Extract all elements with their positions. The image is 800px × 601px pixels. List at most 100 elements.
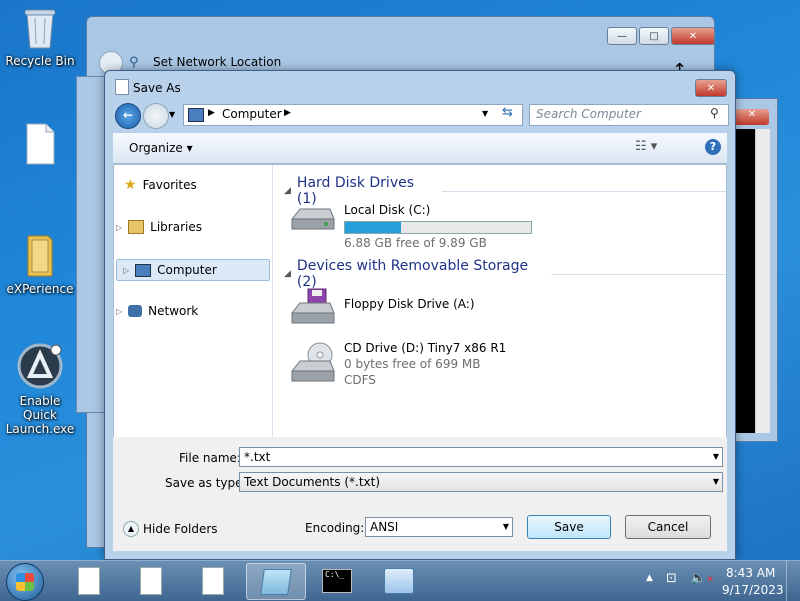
encoding-value: ANSI xyxy=(370,520,399,534)
taskbar-item-control-panel[interactable] xyxy=(370,563,428,598)
search-icon[interactable]: ⚲ xyxy=(710,106,719,120)
taskbar-item-document[interactable] xyxy=(122,563,180,598)
save-type-select[interactable]: Text Documents (*.txt) ▼ xyxy=(239,472,723,492)
star-icon: ★ xyxy=(124,177,137,193)
cancel-button[interactable]: Cancel xyxy=(625,515,711,539)
drive-free-space: 6.88 GB free of 9.89 GB xyxy=(344,236,487,250)
quick-launch-app-icon xyxy=(16,342,64,390)
drive-cd-d[interactable]: CD Drive (D:) Tiny7 x86 R1 0 bytes free … xyxy=(290,341,506,387)
dropdown-arrow-icon[interactable]: ▼ xyxy=(713,452,719,461)
nav-item-label: Computer xyxy=(157,263,217,277)
hard-drive-icon xyxy=(290,203,336,233)
nav-item-favorites[interactable]: ★ Favorites xyxy=(124,175,197,195)
dropdown-arrow-icon[interactable]: ▼ xyxy=(503,522,509,531)
drive-local-c[interactable]: Local Disk (C:) 6.88 GB free of 9.89 GB xyxy=(290,203,532,250)
breadcrumb-arrow-icon[interactable]: ▶ xyxy=(284,108,291,118)
breadcrumb-arrow-icon[interactable]: ▶ xyxy=(208,108,215,118)
history-dropdown-icon[interactable]: ▼ xyxy=(169,110,175,119)
refresh-icon[interactable]: ⇆ xyxy=(502,105,513,120)
document-icon xyxy=(24,122,56,166)
save-button[interactable]: Save xyxy=(527,515,611,539)
encoding-select[interactable]: ANSI ▼ xyxy=(365,517,513,537)
nav-item-libraries[interactable]: ▷ Libraries xyxy=(116,217,202,237)
hide-folders-label: Hide Folders xyxy=(143,522,218,536)
browser-pane: ★ Favorites ▷ Libraries ▷ Computer ▷ Net… xyxy=(113,164,727,438)
dropdown-arrow-icon[interactable]: ▼ xyxy=(713,477,719,486)
group-title: Devices with Removable Storage (2) xyxy=(296,258,529,290)
start-button[interactable] xyxy=(6,563,44,601)
desktop-icon-label: eXPerience xyxy=(6,282,74,296)
notepad-icon xyxy=(115,79,129,95)
drive-name: Floppy Disk Drive (A:) xyxy=(344,297,475,311)
breadcrumb-computer[interactable]: Computer xyxy=(222,107,282,121)
expand-arrow-icon[interactable]: ▷ xyxy=(116,223,122,232)
clock-date[interactable]: 9/17/2023 xyxy=(722,583,784,597)
computer-icon xyxy=(135,263,152,277)
maximize-button[interactable]: □ xyxy=(639,27,669,45)
arrow-left-icon: ← xyxy=(122,108,134,122)
close-button[interactable]: ✕ xyxy=(735,109,769,125)
close-button[interactable]: ✕ xyxy=(671,27,715,45)
minimize-button[interactable]: — xyxy=(607,27,637,45)
desktop-icon-experience[interactable]: eXPerience xyxy=(2,232,78,296)
drive-filesystem: CDFS xyxy=(344,373,376,387)
desktop-icon-label: Recycle Bin xyxy=(5,54,75,68)
search-input[interactable]: Search Computer ⚲ xyxy=(529,104,729,126)
address-dropdown-icon[interactable]: ▼ xyxy=(482,109,488,118)
volume-muted-icon[interactable]: 🔈✕ xyxy=(690,571,714,586)
desktop-icon-recycle-bin[interactable]: Recycle Bin xyxy=(2,6,78,68)
desktop-icon-quick-launch[interactable]: Enable Quick Launch.exe xyxy=(2,342,78,436)
drive-usage-fill xyxy=(345,222,401,233)
filename-value: *.txt xyxy=(244,450,271,464)
nav-item-network[interactable]: ▷ Network xyxy=(116,301,198,321)
desktop-icon-document[interactable] xyxy=(2,122,78,170)
group-header-removable[interactable]: ◢ Devices with Removable Storage (2) xyxy=(284,258,726,290)
address-bar[interactable]: ▶ Computer ▶ ▼ ⇆ xyxy=(183,104,523,126)
taskbar-item-command-prompt[interactable]: C:\_ xyxy=(308,563,366,598)
taskbar: C:\_ ▲ ⊡ 🔈✕ 8:43 AM 9/17/2023 xyxy=(0,560,800,601)
hide-folders-button[interactable]: ▲ Hide Folders xyxy=(123,521,218,537)
organize-label: Organize xyxy=(129,141,183,155)
recycle-bin-icon xyxy=(23,6,57,50)
taskbar-item-document[interactable] xyxy=(184,563,242,598)
expand-arrow-icon[interactable]: ▷ xyxy=(116,307,122,316)
expand-arrow-icon[interactable]: ▷ xyxy=(123,266,129,275)
desktop-icon-label: Enable Quick Launch.exe xyxy=(5,394,75,436)
back-button[interactable]: ← xyxy=(115,103,141,129)
file-list-pane: ◢ Hard Disk Drives (1) Local Disk (C:) 6… xyxy=(274,165,726,437)
drive-free-space: 0 bytes free of 699 MB xyxy=(344,357,481,371)
help-icon[interactable]: ? xyxy=(705,139,721,155)
save-form: File name: *.txt ▼ Save as type: Text Do… xyxy=(113,437,727,551)
filename-input[interactable]: *.txt ▼ xyxy=(239,447,723,467)
library-icon xyxy=(128,220,145,234)
collapse-arrow-icon[interactable]: ◢ xyxy=(284,186,291,196)
organize-menu[interactable]: Organize ▾ xyxy=(129,141,193,155)
drive-usage-bar xyxy=(344,221,532,234)
show-hidden-icons-icon[interactable]: ▲ xyxy=(646,573,653,583)
console-scrollbar[interactable] xyxy=(755,129,770,433)
show-desktop-button[interactable] xyxy=(786,561,800,601)
taskbar-item-notepad[interactable] xyxy=(246,563,306,600)
document-icon xyxy=(140,566,162,595)
drive-name: CD Drive (D:) Tiny7 x86 R1 xyxy=(344,341,507,355)
cd-drive-icon xyxy=(290,341,336,385)
network-status-icon[interactable]: ⊡ xyxy=(666,571,677,586)
folder-icon xyxy=(24,232,56,278)
search-placeholder: Search Computer xyxy=(536,107,641,121)
clock-time[interactable]: 8:43 AM xyxy=(726,566,775,580)
address-row: ← ▼ ▶ Computer ▶ ▼ ⇆ Search Computer ⚲ xyxy=(113,101,729,129)
save-type-value: Text Documents (*.txt) xyxy=(244,475,381,489)
dialog-close-button[interactable]: ✕ xyxy=(695,79,727,97)
document-icon xyxy=(202,566,224,595)
view-options-icon[interactable]: ☷ ▾ xyxy=(635,139,657,154)
nav-item-label: Favorites xyxy=(142,178,197,192)
forward-button[interactable] xyxy=(143,103,169,129)
control-panel-icon xyxy=(384,567,414,594)
drive-floppy-a[interactable]: Floppy Disk Drive (A:) xyxy=(290,287,475,327)
taskbar-item-document[interactable] xyxy=(60,563,118,598)
nav-item-computer[interactable]: ▷ Computer xyxy=(116,259,270,281)
collapse-arrow-icon[interactable]: ◢ xyxy=(284,269,291,279)
nav-item-label: Libraries xyxy=(150,220,202,234)
command-prompt-icon: C:\_ xyxy=(322,568,352,593)
drive-name: Local Disk (C:) xyxy=(344,203,431,217)
